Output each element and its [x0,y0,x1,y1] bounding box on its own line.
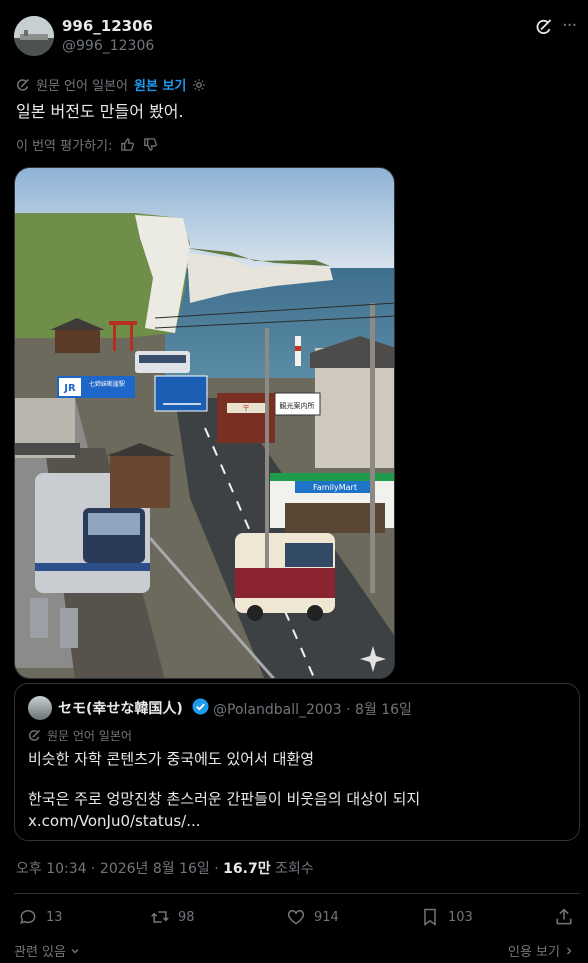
post-image[interactable]: JR 七姉妹断崖駅 観光案内所 〒 FamilyMart [14,167,395,679]
grok-icon[interactable] [535,18,553,36]
bookmark-count: 103 [448,909,473,925]
repost-button[interactable]: 98 [150,907,195,927]
like-button[interactable]: 914 [286,907,339,927]
repost-icon [151,911,169,923]
quoted-date[interactable]: 8월 16일 [355,702,412,718]
related-label: 관련 있음 [14,945,66,960]
translation-notice: 원문 언어 일본어 원본 보기 [16,75,206,94]
meta-separator: · [341,702,355,718]
share-button[interactable] [554,907,574,927]
quoted-post[interactable]: セモ(幸せな韓国人) @Polandball_2003 · 8월 16일 원문 … [14,683,580,841]
post-time[interactable]: 오후 10:34 · 2026년 8월 16일 · [16,861,223,877]
quoted-translation-language: 원문 언어 일본어 [47,729,132,743]
quoted-text-line2: 한국은 주로 엉망진창 촌스러운 간판들이 비웃음의 대상이 되지 x.com/… [28,790,421,830]
view-count: 16.7만 [223,861,271,877]
post-text: 일본 버전도 만들어 봤어. [16,102,184,121]
rate-label: 이 번역 평가하기: [16,139,113,154]
quoted-author-avatar[interactable] [28,696,52,720]
quoted-text-line1: 비슷한 자학 콘텐츠가 중국에도 있어서 대환영 [28,750,315,768]
translate-icon [28,729,41,741]
view-quotes-label: 인용 보기 [508,945,560,960]
bookmark-icon [424,908,436,926]
thumbs-up-icon[interactable] [120,137,135,152]
translation-language: 원문 언어 일본어 [36,79,128,94]
author-handle[interactable]: @996_12306 [62,38,154,54]
view-quotes-link[interactable]: 인용 보기 [508,941,574,960]
jr-sign-logo: JR [63,383,76,394]
quoted-author-name[interactable]: セモ(幸せな韓国人) [58,698,183,718]
like-count: 914 [314,909,339,925]
station-sign-jp: 七姉妹断崖駅 [89,380,125,388]
author-name[interactable]: 996_12306 [62,17,153,35]
chevron-right-icon [567,947,572,955]
chevron-down-icon [71,949,79,954]
view-label: 조회수 [270,861,314,877]
translate-icon [17,78,30,91]
repost-count: 98 [178,909,195,925]
related-link[interactable]: 관련 있음 [14,941,80,960]
tourist-sign: 観光案内所 [280,401,315,410]
verified-badge-icon [192,698,209,715]
quoted-translation-notice: 원문 언어 일본어 [28,727,132,744]
familymart-sign: FamilyMart [313,483,357,492]
reply-count: 13 [46,909,63,925]
gear-icon[interactable] [192,78,206,92]
show-original-link[interactable]: 원본 보기 [134,75,186,94]
author-avatar[interactable] [14,16,54,56]
bookmark-button[interactable]: 103 [420,907,473,927]
post-office-sign: 〒 [242,404,250,413]
reply-icon [20,910,36,925]
divider [14,893,580,894]
reply-button[interactable]: 13 [18,907,63,927]
quoted-meta: @Polandball_2003 · 8월 16일 [213,699,412,719]
more-options-icon[interactable]: ··· [562,17,577,35]
thumbs-down-icon[interactable] [143,137,158,152]
share-icon [556,908,572,925]
quoted-author-handle[interactable]: @Polandball_2003 [213,702,342,718]
heart-icon [287,909,305,925]
post-timestamp: 오후 10:34 · 2026년 8월 16일 · 16.7만 조회수 [16,858,314,878]
rate-translation: 이 번역 평가하기: [16,135,158,154]
